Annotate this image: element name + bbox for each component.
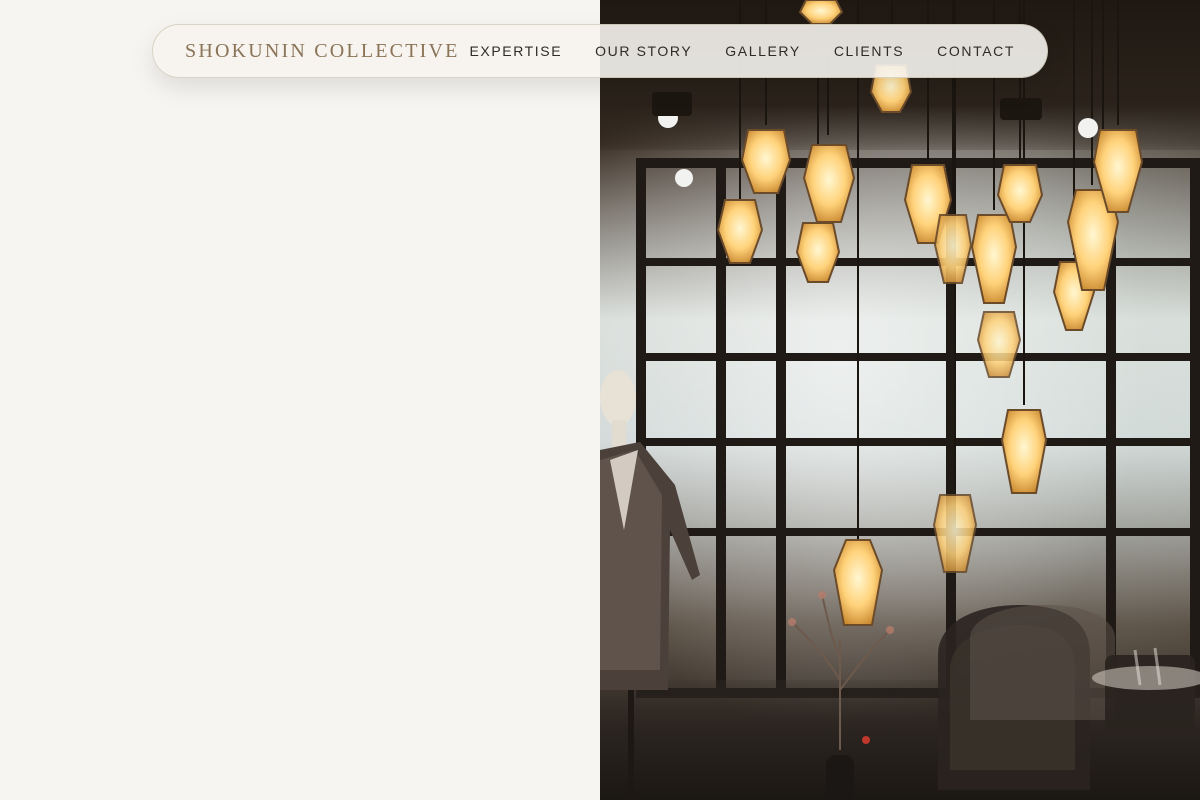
nav-links: EXPERTISE OUR STORY GALLERY CLIENTS CONT…: [469, 43, 1015, 59]
nav-link-expertise[interactable]: EXPERTISE: [469, 43, 562, 59]
nav-link-gallery[interactable]: GALLERY: [725, 43, 801, 59]
brand-logo-text[interactable]: SHOKUNIN COLLECTIVE: [185, 40, 460, 63]
lamp: [832, 539, 884, 626]
lamp: [795, 222, 841, 283]
lamp: [970, 214, 1018, 304]
nav-link-clients[interactable]: CLIENTS: [834, 43, 904, 59]
lamp: [996, 164, 1044, 223]
hero-image: [600, 0, 1200, 800]
page: SHOKUNIN COLLECTIVE EXPERTISE OUR STORY …: [0, 0, 1200, 800]
lamp: [740, 129, 792, 194]
lamp: [1000, 409, 1048, 494]
lamp: [932, 494, 978, 573]
lamp: [798, 0, 844, 25]
lamp: [802, 144, 856, 223]
lamp: [976, 311, 1022, 378]
lamp: [933, 214, 973, 284]
left-content-panel: [0, 0, 600, 800]
nav-link-our-story[interactable]: OUR STORY: [595, 43, 692, 59]
pendant-lamps: [652, 0, 1144, 626]
top-navigation-bar: SHOKUNIN COLLECTIVE EXPERTISE OUR STORY …: [152, 24, 1048, 78]
nav-link-contact[interactable]: CONTACT: [937, 43, 1015, 59]
lamp: [716, 199, 764, 264]
